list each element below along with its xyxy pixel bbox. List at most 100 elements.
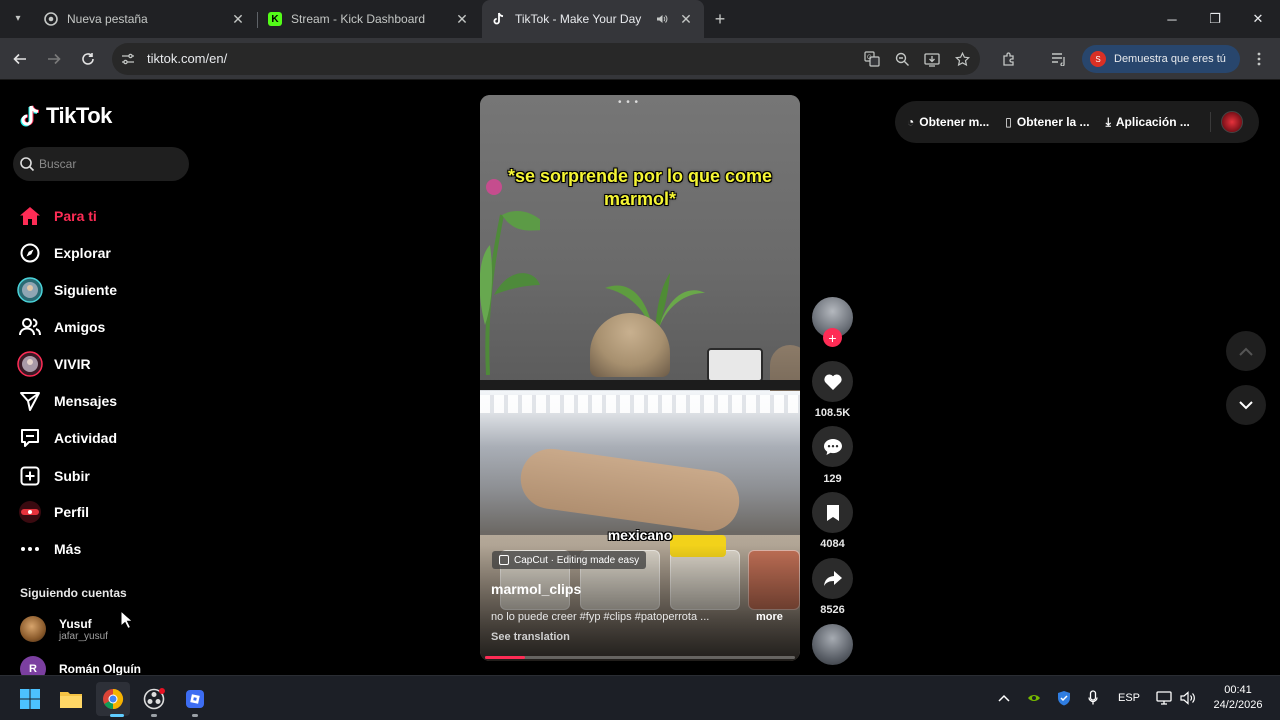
new-tab-button[interactable]: + — [710, 9, 730, 29]
heart-icon — [823, 374, 842, 390]
tab-title: Nueva pestaña — [67, 12, 148, 26]
chrome-menu-icon[interactable] — [1248, 48, 1270, 70]
sidebar-item-amigos[interactable]: Amigos — [17, 312, 187, 342]
bookmark-star-icon[interactable] — [953, 50, 971, 68]
sidebar-item-label: Mensajes — [54, 393, 118, 409]
sidebar-item-mas[interactable]: Más — [17, 534, 187, 564]
friends-icon — [17, 314, 43, 340]
url-text[interactable]: tiktok.com/en/ — [147, 51, 227, 66]
get-coins-button[interactable]: ◔ Obtener m... — [907, 115, 989, 129]
profile-label: Demuestra que eres tú — [1114, 53, 1226, 65]
media-control-icon[interactable] — [1048, 48, 1070, 70]
window-close-icon[interactable]: ✕ — [1236, 0, 1280, 38]
get-app-button[interactable]: ▯ Obtener la ... — [1005, 115, 1089, 129]
save-count: 4084 — [820, 538, 845, 550]
sidebar-item-actividad[interactable]: Actividad — [17, 423, 187, 453]
divider — [1210, 112, 1211, 132]
kick-icon: K — [268, 12, 282, 26]
next-video-button[interactable] — [1226, 385, 1266, 425]
system-clock[interactable]: 00:41 24/2/2026 — [1206, 683, 1270, 713]
tab-tiktok[interactable]: TikTok - Make Your Day ✕ — [482, 0, 704, 38]
video-author[interactable]: marmol_clips — [491, 581, 581, 597]
capcut-badge[interactable]: CapCut · Editing made easy — [492, 551, 647, 569]
live-avatar-icon — [17, 351, 43, 377]
logo-text: TikTok — [46, 103, 112, 128]
video-options-icon[interactable]: • • • — [618, 97, 639, 108]
svg-text:G: G — [867, 55, 872, 61]
tab-kick-dashboard[interactable]: K Stream - Kick Dashboard ✕ — [258, 0, 480, 38]
extensions-icon[interactable] — [998, 48, 1020, 70]
profile-button[interactable]: S Demuestra que eres tú — [1082, 45, 1240, 73]
account-name: Román Olguín — [59, 662, 141, 676]
close-icon[interactable]: ✕ — [678, 11, 694, 27]
previous-video-button[interactable] — [1226, 331, 1266, 371]
phone-icon: ▯ — [1005, 115, 1012, 129]
video-subtitle: mexicano — [607, 527, 673, 543]
video-frame-counter — [480, 380, 800, 390]
search-box[interactable] — [13, 147, 189, 181]
profile-avatar: S — [1090, 51, 1106, 67]
install-app-icon[interactable] — [923, 50, 941, 68]
speaker-icon[interactable] — [654, 11, 670, 27]
download-icon: ⤓ — [1105, 114, 1111, 129]
following-account-yusuf[interactable]: Yusuf jafar_yusuf — [20, 611, 190, 647]
network-icon[interactable] — [1154, 688, 1174, 708]
comment-button[interactable] — [812, 426, 853, 467]
language-indicator[interactable]: ESP — [1113, 688, 1145, 708]
get-app-label: Obtener la ... — [1016, 115, 1090, 129]
zoom-icon[interactable] — [893, 50, 911, 68]
like-button[interactable] — [812, 361, 853, 402]
restore-icon[interactable]: ❐ — [1193, 0, 1237, 38]
tiktok-logo-icon — [20, 105, 40, 127]
site-info-icon[interactable] — [120, 51, 136, 67]
defender-icon[interactable] — [1054, 688, 1074, 708]
address-bar[interactable]: tiktok.com/en/ G — [112, 43, 980, 75]
translate-icon[interactable]: G — [863, 50, 881, 68]
save-button[interactable] — [812, 492, 853, 533]
account-name: Yusuf — [59, 616, 92, 631]
minimize-icon[interactable]: ─ — [1150, 0, 1194, 38]
windows-start-icon[interactable] — [13, 682, 47, 716]
obs-icon[interactable] — [137, 682, 171, 716]
sidebar-item-mensajes[interactable]: Mensajes — [17, 386, 187, 416]
reload-icon[interactable] — [77, 48, 99, 70]
follow-plus-icon[interactable]: + — [823, 328, 842, 347]
nvidia-icon[interactable] — [1024, 688, 1044, 708]
roblox-icon[interactable] — [178, 682, 212, 716]
chevron-down-icon — [1239, 400, 1253, 409]
file-explorer-icon[interactable] — [54, 682, 88, 716]
sidebar-item-para-ti[interactable]: Para ti — [17, 201, 187, 231]
mouse-cursor-icon — [120, 610, 134, 630]
music-disc[interactable] — [812, 624, 853, 665]
user-avatar[interactable] — [1221, 111, 1243, 133]
browser-toolbar: tiktok.com/en/ G S Demuestra que eres tú — [0, 38, 1280, 80]
sidebar-item-label: Siguiente — [54, 282, 118, 298]
more-button[interactable]: more — [756, 611, 783, 623]
video-caption: *se sorprende por lo que come marmol* — [507, 166, 773, 209]
close-icon[interactable]: ✕ — [230, 11, 246, 27]
sidebar-item-vivir[interactable]: VIVIR — [17, 349, 187, 379]
sidebar-item-perfil[interactable]: Perfil — [17, 497, 187, 527]
back-icon[interactable] — [9, 48, 31, 70]
desktop-app-button[interactable]: ⤓ Aplicación ... — [1106, 115, 1190, 130]
share-button[interactable] — [812, 558, 853, 599]
close-icon[interactable]: ✕ — [454, 11, 470, 27]
forward-icon[interactable] — [43, 48, 65, 70]
app-indicator — [151, 714, 157, 717]
chrome-taskbar-icon[interactable] — [96, 682, 130, 716]
tab-search-button[interactable]: ▾ — [8, 9, 28, 29]
microphone-icon[interactable] — [1084, 688, 1102, 708]
sidebar-item-subir[interactable]: Subir — [17, 461, 187, 491]
see-translation-button[interactable]: See translation — [491, 631, 570, 643]
sidebar-item-siguiente[interactable]: Siguiente — [17, 275, 187, 305]
tab-nueva-pestana[interactable]: Nueva pestaña ✕ — [34, 0, 256, 38]
video-progress-fill — [485, 656, 526, 659]
video-player[interactable]: • • • *se sorprende por lo que come marm… — [480, 95, 800, 661]
video-progress-bar[interactable] — [485, 656, 795, 659]
tray-overflow-icon[interactable] — [995, 688, 1013, 708]
sidebar-item-explorar[interactable]: Explorar — [17, 238, 187, 268]
search-input[interactable] — [39, 157, 179, 171]
tiktok-logo[interactable]: TikTok — [20, 103, 112, 129]
avatar — [20, 616, 46, 642]
volume-icon[interactable] — [1178, 688, 1198, 708]
